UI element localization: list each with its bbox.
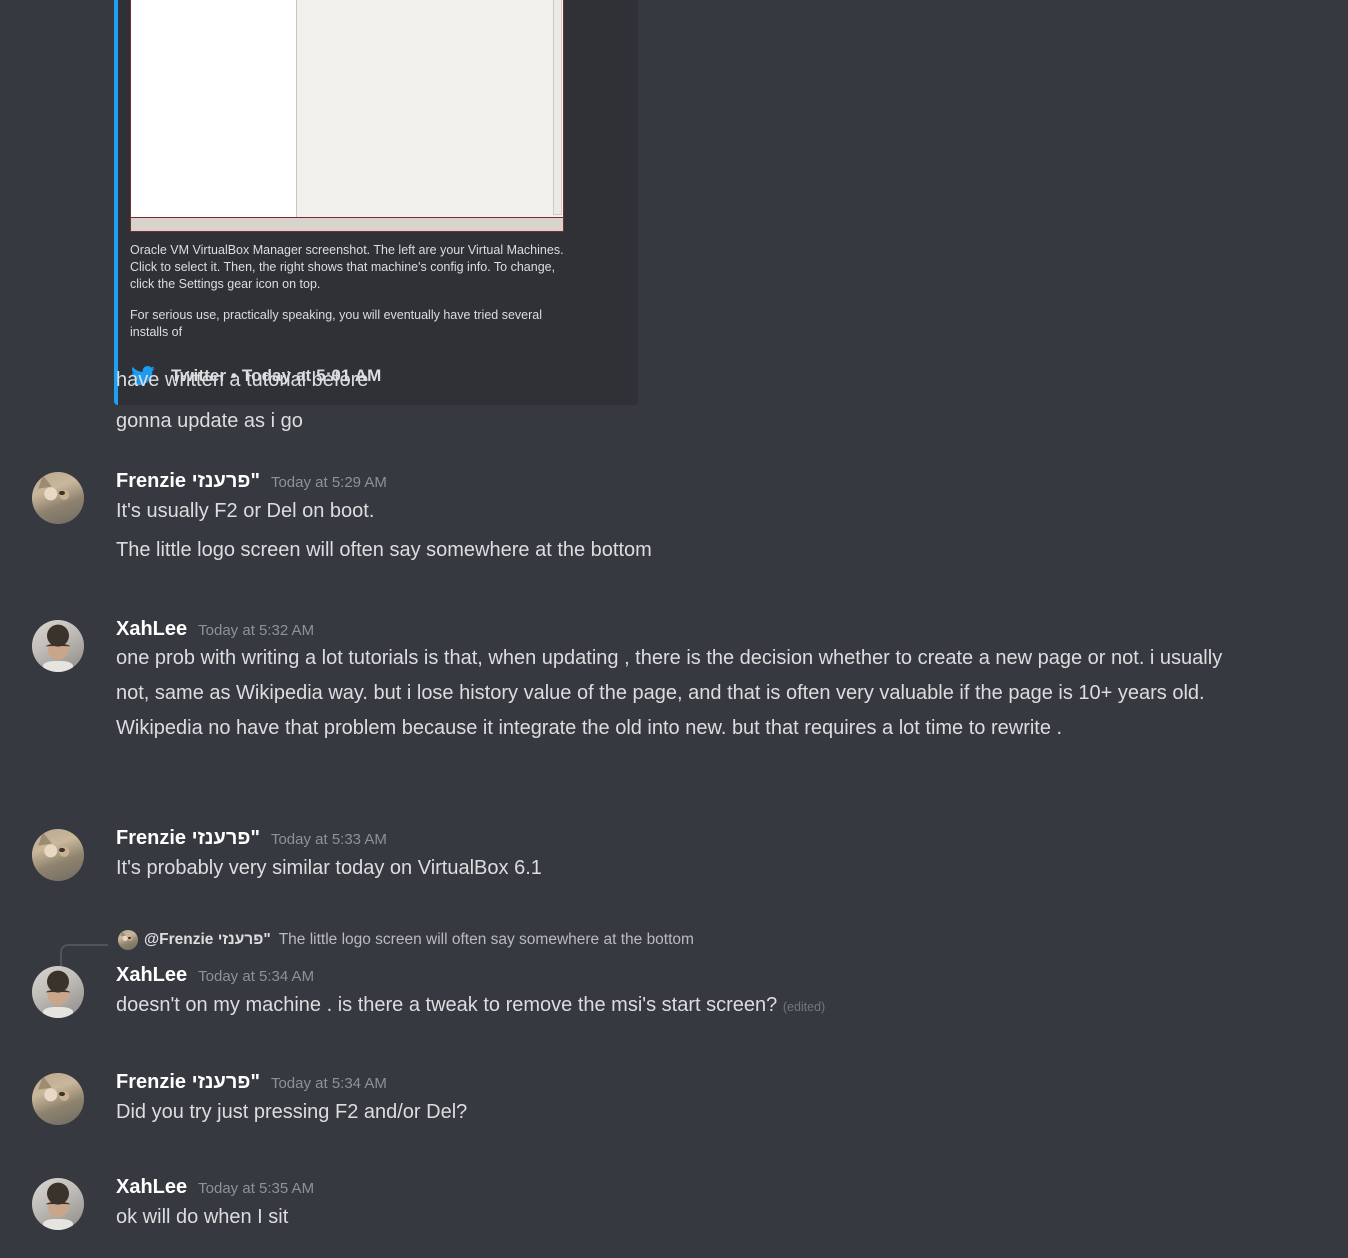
vb-scrollbar[interactable] [553, 0, 562, 215]
xahlee-avatar [32, 620, 84, 672]
message-header: XahLee Today at 5:35 AM [116, 1176, 1348, 1199]
message-header: Frenzie פרענזי" Today at 5:33 AM [116, 827, 1348, 850]
message-text-line: Did you try just pressing F2 and/or Del? [116, 1101, 468, 1123]
message-continuation-line: have written a tutorial before [116, 369, 369, 391]
embed-description: Oracle VM VirtualBox Manager screenshot.… [130, 242, 564, 341]
message-content: XahLee Today at 5:35 AM ok will do when … [116, 1176, 1348, 1235]
message-content: XahLee Today at 5:32 AM one prob with wr… [116, 618, 1348, 746]
avatar[interactable] [32, 1073, 84, 1125]
vm-details-pane: Display Video Memory:25 MB Acceleration:… [297, 0, 563, 217]
cat-avatar [32, 1073, 84, 1125]
vm-list-pane [131, 0, 297, 217]
message-group: XahLee Today at 5:34 AM doesn't on my ma… [0, 964, 1348, 1025]
message-timestamp: Today at 5:35 AM [198, 1180, 315, 1197]
message-embed-wrapper: Display Video Memory:25 MB Acceleration:… [114, 0, 638, 405]
avatar[interactable] [32, 472, 84, 524]
message-group: Frenzie פרענזי" Today at 5:34 AM Did you… [0, 1071, 1348, 1130]
message-content: Frenzie פרענזי" Today at 5:33 AM It's pr… [116, 827, 1348, 886]
embed-description-paragraph: For serious use, practically speaking, y… [130, 308, 542, 339]
reply-quoted-text[interactable]: The little logo screen will often say so… [279, 931, 694, 949]
message-header: Frenzie פרענזי" Today at 5:29 AM [116, 470, 1348, 493]
message-text-line: The little logo screen will often say so… [116, 539, 652, 561]
message-author[interactable]: Frenzie פרענזי" [116, 470, 260, 493]
message-timestamp: Today at 5:33 AM [270, 831, 387, 848]
message-content: Frenzie פרענזי" Today at 5:34 AM Did you… [116, 1071, 1348, 1130]
message-text-line: one prob with writing a lot tutorials is… [116, 647, 1223, 739]
message-timestamp: Today at 5:34 AM [270, 1075, 387, 1092]
message-author[interactable]: Frenzie פרענזי" [116, 827, 260, 850]
reply-reference[interactable]: @Frenzie פרענזי" The little logo screen … [0, 930, 1348, 970]
xahlee-avatar [32, 1178, 84, 1230]
reply-mention[interactable]: @Frenzie פרענזי" [144, 931, 271, 949]
message-timestamp: Today at 5:32 AM [198, 622, 315, 639]
message-group: Frenzie פרענזי" Today at 5:29 AM It's us… [0, 470, 1348, 571]
avatar[interactable] [32, 620, 84, 672]
message-header: Frenzie פרענזי" Today at 5:34 AM [116, 1071, 1348, 1094]
message-text-line: It's probably very similar today on Virt… [116, 857, 542, 879]
cat-avatar [32, 472, 84, 524]
vb-status-bar [130, 218, 564, 232]
message-author[interactable]: XahLee [116, 964, 187, 987]
message-text-line: It's usually F2 or Del on boot. [116, 500, 375, 522]
xahlee-avatar [32, 966, 84, 1018]
message-content: XahLee Today at 5:34 AM doesn't on my ma… [116, 964, 1328, 1025]
message-header: XahLee Today at 5:32 AM [116, 618, 1348, 641]
twitter-embed[interactable]: Display Video Memory:25 MB Acceleration:… [114, 0, 638, 405]
embed-description-paragraph: Oracle VM VirtualBox Manager screenshot.… [130, 243, 564, 291]
message-text: doesn't on my machine . is there a tweak… [116, 994, 778, 1016]
edited-badge: (edited) [782, 1000, 826, 1014]
avatar[interactable] [32, 1178, 84, 1230]
cat-avatar [118, 930, 138, 950]
message-content: Frenzie פרענזי" Today at 5:29 AM It's us… [116, 470, 1348, 571]
reply-avatar [118, 930, 138, 950]
avatar[interactable] [32, 829, 84, 881]
message-group: XahLee Today at 5:35 AM ok will do when … [0, 1176, 1348, 1235]
reply-body[interactable]: @Frenzie פרענזי" The little logo screen … [118, 930, 694, 950]
message-group-with-reply: @Frenzie פרענזי" The little logo screen … [0, 930, 1348, 1025]
message-text-line: ok will do when I sit [116, 1206, 289, 1228]
message-timestamp: Today at 5:29 AM [270, 474, 387, 491]
message-author[interactable]: XahLee [116, 618, 187, 641]
message-group: Frenzie פרענזי" Today at 5:33 AM It's pr… [0, 827, 1348, 886]
message-author[interactable]: XahLee [116, 1176, 187, 1199]
avatar[interactable] [32, 966, 84, 1018]
cat-avatar [32, 829, 84, 881]
message-author[interactable]: Frenzie פרענזי" [116, 1071, 260, 1094]
message-text-line: doesn't on my machine . is there a tweak… [116, 987, 1328, 1025]
message-group: XahLee Today at 5:32 AM one prob with wr… [0, 618, 1348, 746]
message-continuation-line: gonna update as i go [116, 410, 303, 432]
discord-chat-messages: Display Video Memory:25 MB Acceleration:… [0, 0, 1348, 1258]
embed-image-virtualbox-screenshot[interactable]: Display Video Memory:25 MB Acceleration:… [130, 0, 564, 218]
message-header: XahLee Today at 5:34 AM [116, 964, 1328, 987]
message-timestamp: Today at 5:34 AM [198, 968, 315, 985]
